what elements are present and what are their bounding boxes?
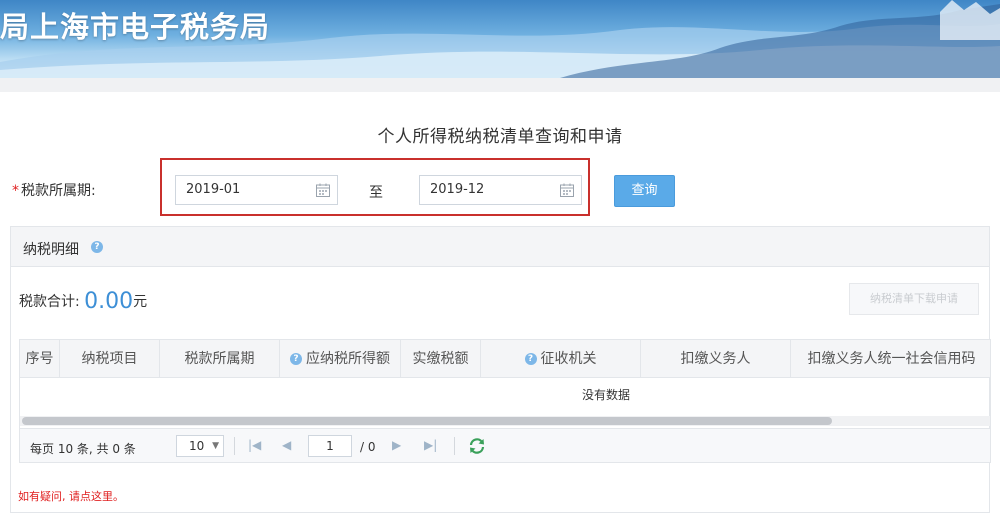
column-header-text: 应纳税所得额 (306, 351, 390, 367)
end-date-value: 2019-12 (430, 182, 485, 197)
calendar-icon[interactable] (315, 182, 331, 198)
period-label-text: 税款所属期: (21, 183, 96, 199)
last-page-icon[interactable]: ▶| (424, 438, 437, 452)
help-icon[interactable]: ? (290, 353, 302, 365)
site-title: 局上海市电子税务局 (0, 10, 271, 44)
horizontal-scrollbar[interactable] (20, 416, 990, 426)
column-header[interactable]: 纳税项目 (60, 340, 160, 378)
download-request-button[interactable]: 纳税清单下载申请 (849, 283, 979, 315)
total-unit: 元 (133, 294, 148, 310)
tax-detail-panel: 纳税明细 ? 税款合计: 0.00元 纳税清单下载申请 序号 纳税项目 税款所属… (10, 226, 991, 513)
chevron-down-icon: ▼ (212, 441, 219, 451)
header-banner: 局上海市电子税务局 (0, 0, 1000, 78)
total-label: 税款合计: (19, 294, 80, 310)
column-header[interactable]: 扣缴义务人 (641, 340, 791, 378)
column-header[interactable]: 税款所属期 (160, 340, 280, 378)
help-link[interactable]: 如有疑问, 请点这里。 (18, 488, 124, 504)
column-header[interactable]: ? 应纳税所得额 (280, 340, 401, 378)
query-button[interactable]: 查询 (614, 175, 675, 207)
header-divider (0, 78, 1000, 92)
current-page-input[interactable]: 1 (308, 435, 352, 457)
prev-page-icon[interactable]: ◀ (282, 438, 291, 452)
period-label: * 税款所属期: (12, 180, 96, 200)
total-pages: / 0 (360, 440, 376, 454)
end-date-input[interactable]: 2019-12 (419, 175, 582, 205)
page-title: 个人所得税纳税清单查询和申请 (377, 127, 623, 147)
pager-divider (234, 437, 235, 455)
start-date-value: 2019-01 (186, 182, 241, 197)
scrollbar-thumb[interactable] (22, 417, 832, 425)
tax-table: 序号 纳税项目 税款所属期 ? 应纳税所得额 实缴税额 ? 征收机关 扣缴义务人 扣… (19, 339, 991, 463)
refresh-icon[interactable] (468, 437, 486, 455)
column-header-text: 征收机关 (540, 351, 597, 367)
page-size-value: 10 (189, 439, 205, 453)
calendar-icon[interactable] (559, 182, 575, 198)
first-page-icon[interactable]: |◀ (248, 438, 261, 452)
detail-header: 纳税明细 ? (11, 227, 989, 267)
pager-divider (454, 437, 455, 455)
total-row: 税款合计: 0.00元 (19, 289, 147, 314)
column-header[interactable]: 扣缴义务人统一社会信用码 (791, 340, 990, 378)
required-mark: * (12, 183, 19, 199)
column-header[interactable]: 序号 (20, 340, 60, 378)
help-icon[interactable]: ? (524, 353, 537, 365)
detail-title: 纳税明细 (23, 242, 79, 258)
table-header: 序号 纳税项目 税款所属期 ? 应纳税所得额 实缴税额 ? 征收机关 扣缴义务人 扣… (20, 340, 990, 378)
start-date-input[interactable]: 2019-01 (175, 175, 338, 205)
column-header[interactable]: ? 征收机关 (481, 340, 641, 378)
empty-table-message: 没有数据 (581, 388, 630, 402)
total-amount: 0.00 (84, 289, 134, 314)
main-card: 个人所得税纳税清单查询和申请 * 税款所属期: 2019-01 至 2019-12… (0, 92, 1000, 513)
page-summary: 每页 10 条, 共 0 条 (30, 442, 136, 456)
pagination-bar: 每页 10 条, 共 0 条 10 ▼ |◀ ◀ 1 / 0 ▶ ▶| (20, 428, 990, 462)
page-size-select[interactable]: 10 ▼ (176, 435, 224, 457)
help-icon[interactable]: ? (91, 241, 103, 253)
to-label: 至 (369, 185, 383, 201)
column-header[interactable]: 实缴税额 (401, 340, 481, 378)
next-page-icon[interactable]: ▶ (392, 438, 401, 452)
